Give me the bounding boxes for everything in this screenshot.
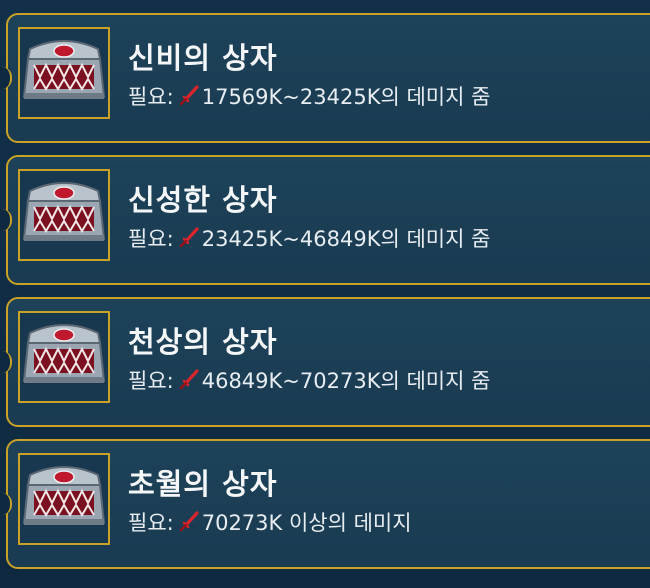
box-title: 천상의 상자: [128, 325, 278, 359]
requirement-value: 23425K~46849K의 데미지 줌: [201, 227, 491, 251]
box-title: 신비의 상자: [128, 41, 278, 75]
requirement-label: 필요:: [128, 85, 174, 109]
box-title: 신성한 상자: [128, 183, 278, 217]
box-title: 초월의 상자: [128, 467, 278, 501]
reward-box-card[interactable]: 천상의 상자 필요: 46849K~70273K의 데미지 줌: [0, 297, 650, 427]
treasure-chest-icon: [20, 171, 108, 259]
requirement-text: 필요: 46849K~70273K의 데미지 줌: [128, 365, 490, 395]
chest-thumbnail: [18, 169, 110, 261]
sword-icon: [179, 369, 199, 390]
reward-box-card[interactable]: 신비의 상자 필요: 17569K~23425K의 데미지 줌: [0, 13, 650, 143]
requirement-text: 필요: 23425K~46849K의 데미지 줌: [128, 223, 490, 253]
reward-box-card[interactable]: 초월의 상자 필요: 70273K 이상의 데미지: [0, 439, 650, 569]
sword-icon: [179, 85, 199, 106]
requirement-label: 필요:: [128, 227, 174, 251]
treasure-chest-icon: [20, 455, 108, 543]
requirement-label: 필요:: [128, 511, 174, 535]
chest-thumbnail: [18, 27, 110, 119]
requirement-text: 필요: 70273K 이상의 데미지: [128, 507, 412, 537]
chest-thumbnail: [18, 311, 110, 403]
requirement-value: 17569K~23425K의 데미지 줌: [201, 85, 491, 109]
requirement-value: 70273K 이상의 데미지: [201, 511, 412, 535]
sword-icon: [179, 227, 199, 248]
reward-box-card[interactable]: 신성한 상자 필요: 23425K~46849K의 데미지 줌: [0, 155, 650, 285]
treasure-chest-icon: [20, 29, 108, 117]
requirement-label: 필요:: [128, 369, 174, 393]
requirement-value: 46849K~70273K의 데미지 줌: [201, 369, 491, 393]
reward-box-list: 신비의 상자 필요: 17569K~23425K의 데미지 줌 신성한 상자 필…: [0, 0, 650, 588]
sword-icon: [179, 511, 199, 532]
chest-thumbnail: [18, 453, 110, 545]
requirement-text: 필요: 17569K~23425K의 데미지 줌: [128, 81, 490, 111]
treasure-chest-icon: [20, 313, 108, 401]
